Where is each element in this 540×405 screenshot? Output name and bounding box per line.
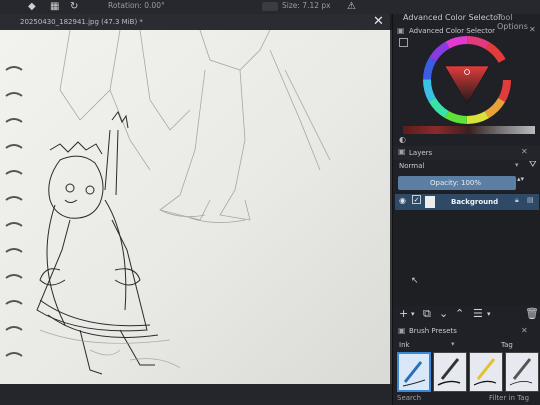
filter-in-tag-checkbox[interactable]: Filter in Tag (489, 394, 529, 402)
close-document-icon[interactable]: ✕ (373, 14, 384, 29)
chevron-down-icon[interactable]: ▾ (451, 340, 455, 348)
color-wheel[interactable] (423, 36, 511, 124)
opacity-slider[interactable]: Opacity: 100% (398, 176, 516, 190)
brush-search-input[interactable]: Search (397, 394, 421, 402)
lock-icon[interactable]: 🔒︎ (515, 196, 519, 205)
brush-preset-grid (397, 352, 540, 392)
filter-icon[interactable]: ⛛ (529, 160, 537, 170)
opacity-label: Opacity: 100% (430, 179, 482, 187)
document-title[interactable]: 20250430_182941.jpg (47.3 MiB) * (20, 18, 143, 26)
close-docker-icon[interactable]: ✕ (529, 25, 536, 34)
document-tab[interactable]: 20250430_182941.jpg (47.3 MiB) * ✕ (0, 14, 390, 30)
blend-mode-row: Normal ▾ ⛛ (393, 160, 540, 174)
color-selector-title: Advanced Color Selector (409, 27, 496, 35)
warning-icon[interactable]: ⚠ (347, 1, 356, 12)
layers-title: Layers (409, 149, 433, 157)
mouse-cursor-icon: ↖ (411, 276, 419, 286)
sketch-canvas[interactable] (0, 30, 390, 388)
right-dock-panel: Advanced Color Selector Tool Options ▣ A… (392, 13, 540, 405)
brush-preset-ink-marker[interactable] (469, 352, 503, 392)
top-toolbar: ◆ ▦ ↻ Rotation: 0.00° Size: 7.12 px ⚠ (0, 0, 540, 14)
color-settings-icon[interactable]: ◐ (399, 135, 406, 144)
reload-icon[interactable]: ↻ (70, 1, 78, 12)
brush-preset-ink-fineliner[interactable] (505, 352, 539, 392)
close-docker-icon[interactable]: ✕ (521, 326, 528, 335)
color-selector-menu-icon[interactable] (399, 38, 408, 47)
layer-properties-icon[interactable]: ☰ (473, 307, 483, 320)
checker-icon[interactable]: ▦ (50, 1, 59, 12)
checkbox-icon[interactable]: ✓ (412, 195, 421, 204)
tag-button[interactable]: Tag (501, 341, 513, 349)
eye-icon[interactable]: ◉ (399, 196, 406, 205)
float-docker-icon[interactable]: ▣ (398, 147, 406, 156)
brush-tag-select[interactable]: Ink (399, 341, 410, 349)
layer-thumbnail (425, 196, 435, 208)
close-docker-icon[interactable]: ✕ (521, 147, 528, 156)
brush-presets-title: Brush Presets (409, 327, 457, 335)
rotation-readout[interactable]: Rotation: 0.00° (108, 1, 165, 10)
duplicate-layer-icon[interactable]: ⧉ (423, 307, 431, 321)
layer-row-background[interactable]: ◉ ✓ Background 🔒︎ ▤ (395, 194, 539, 210)
add-layer-icon[interactable]: + (399, 307, 408, 320)
blend-mode-select[interactable]: Normal (399, 162, 424, 170)
add-layer-menu-icon[interactable]: ▾ (411, 310, 415, 318)
layer-list[interactable]: ◉ ✓ Background 🔒︎ ▤ ↖ (393, 192, 540, 306)
brush-filter-row: Ink ▾ Tag (393, 340, 540, 351)
brush-preset-ink-brush[interactable] (433, 352, 467, 392)
eraser-icon[interactable]: ◆ (28, 1, 36, 12)
chevron-down-icon[interactable]: ▾ (515, 161, 519, 169)
opacity-spinner-icon[interactable]: ▴▾ (517, 175, 524, 183)
brush-presets-header: ▣ Brush Presets ✕ (393, 326, 540, 338)
brush-preset-ink-pen[interactable] (397, 352, 431, 392)
color-history-strip[interactable] (403, 126, 535, 134)
delete-layer-icon[interactable]: 🗑︎ (525, 307, 539, 320)
move-layer-down-icon[interactable]: ⌄ (439, 307, 448, 320)
canvas-area[interactable] (0, 30, 392, 388)
alpha-lock-icon[interactable]: ▤ (527, 196, 534, 204)
horizontal-scroll-area[interactable] (0, 384, 392, 405)
float-docker-icon[interactable]: ▣ (398, 326, 406, 335)
move-layer-up-icon[interactable]: ⌃ (455, 307, 464, 320)
size-readout[interactable]: Size: 7.12 px (282, 1, 331, 10)
tab-advanced-color-selector[interactable]: Advanced Color Selector (403, 13, 501, 22)
size-slider[interactable] (262, 2, 278, 11)
layer-name[interactable]: Background (451, 198, 498, 206)
layers-header: ▣ Layers ✕ (393, 146, 540, 160)
float-docker-icon[interactable]: ▣ (397, 26, 405, 35)
layer-menu-icon[interactable]: ▾ (487, 310, 491, 318)
layers-footer: + ▾ ⧉ ⌄ ⌃ ☰ ▾ 🗑︎ (393, 306, 540, 322)
